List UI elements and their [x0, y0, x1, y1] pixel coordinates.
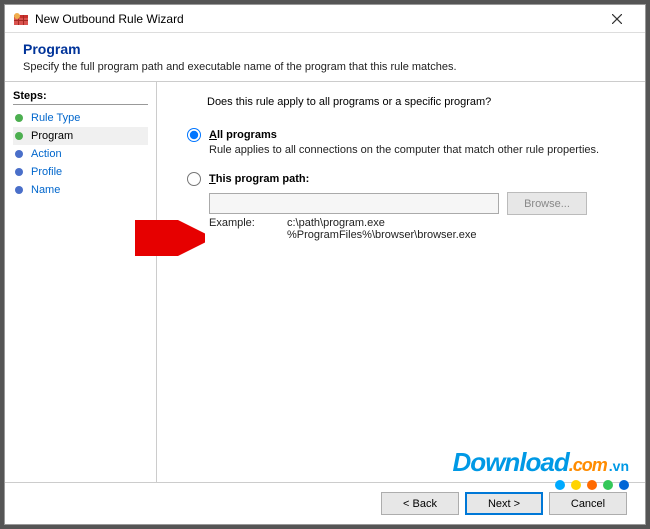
example-label: Example: — [209, 217, 287, 241]
radio-all-programs[interactable]: All programs — [187, 128, 627, 142]
program-path-input[interactable] — [209, 193, 499, 214]
example-row: Example: c:\path\program.exe %ProgramFil… — [209, 217, 627, 241]
steps-sidebar: Steps: Rule Type Program Action Profile — [5, 82, 157, 482]
radio-program-path-input[interactable] — [187, 172, 201, 186]
step-bullet-icon — [15, 186, 23, 194]
firewall-icon — [13, 11, 29, 27]
titlebar: New Outbound Rule Wizard — [5, 5, 645, 33]
step-bullet-icon — [15, 150, 23, 158]
step-rule-type[interactable]: Rule Type — [13, 109, 148, 127]
radio-program-path[interactable]: This program path: — [187, 172, 627, 186]
step-label: Program — [31, 130, 73, 142]
step-profile[interactable]: Profile — [13, 163, 148, 181]
step-label: Action — [31, 148, 62, 160]
step-bullet-icon — [15, 114, 23, 122]
step-program[interactable]: Program — [13, 127, 148, 145]
content-pane: Does this rule apply to all programs or … — [157, 82, 645, 482]
step-name[interactable]: Name — [13, 181, 148, 199]
close-icon — [612, 14, 622, 24]
next-button[interactable]: Next > — [465, 492, 543, 515]
radio-program-path-label: This program path: — [209, 173, 309, 185]
step-bullet-icon — [15, 132, 23, 140]
question-text: Does this rule apply to all programs or … — [207, 96, 627, 108]
step-label: Name — [31, 184, 60, 196]
browse-button[interactable]: Browse... — [507, 192, 587, 215]
back-button[interactable]: < Back — [381, 492, 459, 515]
step-label: Rule Type — [31, 112, 80, 124]
cancel-button[interactable]: Cancel — [549, 492, 627, 515]
wizard-footer: < Back Next > Cancel — [5, 482, 645, 524]
step-action[interactable]: Action — [13, 145, 148, 163]
step-label: Profile — [31, 166, 62, 178]
page-description: Specify the full program path and execut… — [23, 61, 627, 73]
step-bullet-icon — [15, 168, 23, 176]
steps-list: Rule Type Program Action Profile Name — [13, 109, 148, 199]
option-program-path: This program path: Browse... Example: c:… — [187, 172, 627, 241]
close-button[interactable] — [597, 6, 637, 32]
wizard-window: New Outbound Rule Wizard Program Specify… — [4, 4, 646, 525]
example-paths: c:\path\program.exe %ProgramFiles%\brows… — [287, 217, 477, 241]
wizard-header: Program Specify the full program path an… — [5, 33, 645, 82]
window-title: New Outbound Rule Wizard — [35, 12, 597, 26]
radio-all-programs-desc: Rule applies to all connections on the c… — [209, 144, 627, 156]
option-all-programs: All programs Rule applies to all connect… — [187, 128, 627, 156]
radio-all-programs-label: All programs — [209, 129, 277, 141]
page-title: Program — [23, 41, 627, 57]
radio-all-programs-input[interactable] — [187, 128, 201, 142]
steps-heading: Steps: — [13, 90, 148, 105]
wizard-body: Steps: Rule Type Program Action Profile — [5, 82, 645, 482]
program-path-row: Browse... — [209, 192, 627, 215]
